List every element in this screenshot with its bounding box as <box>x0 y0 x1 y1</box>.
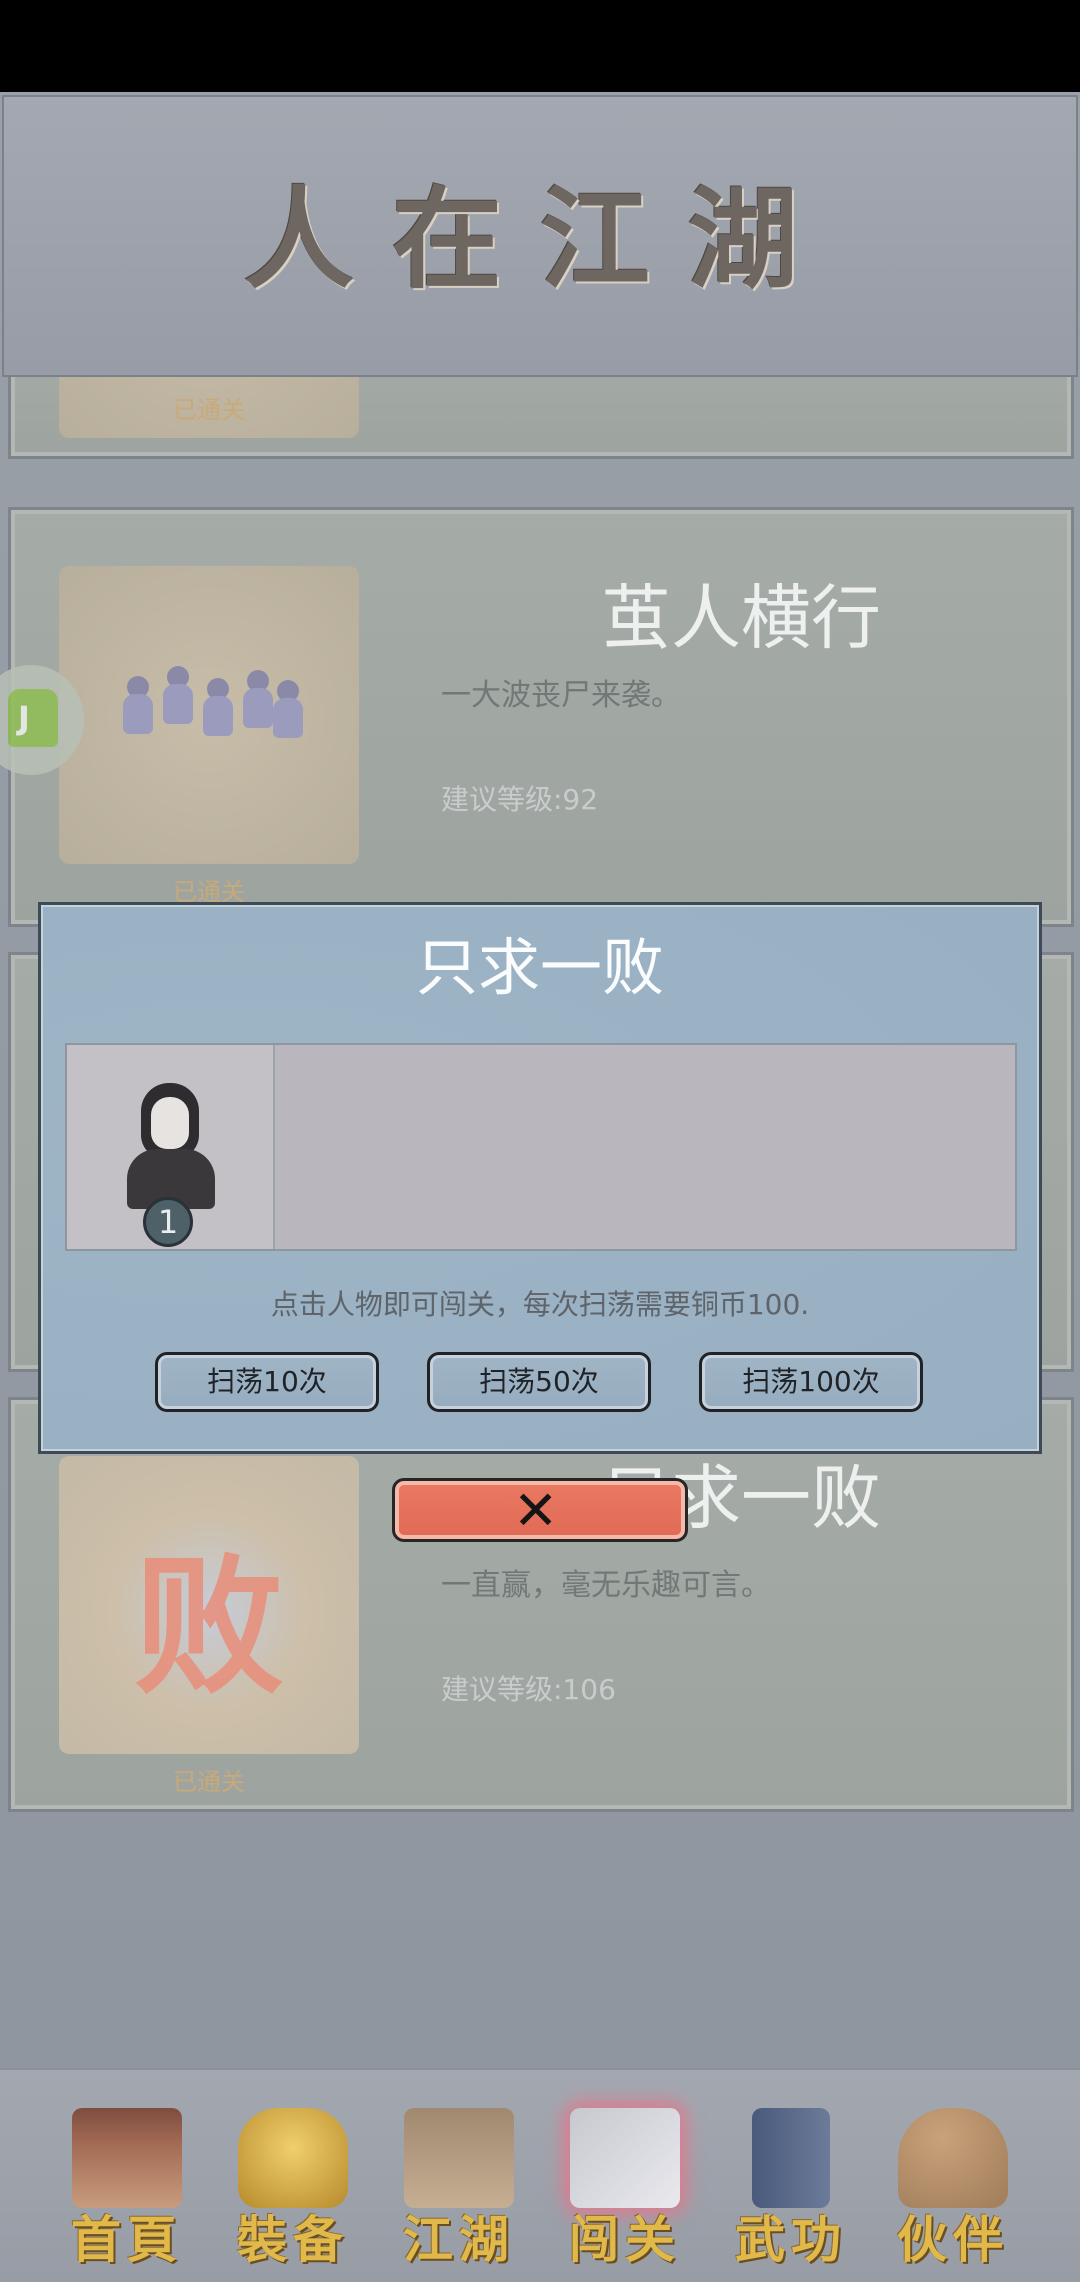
tab-martial-arts[interactable]: 武功 <box>716 2100 866 2269</box>
recommended-level: 建议等级:106 <box>441 1673 616 1706</box>
bottom-tab-bar: 首頁 裝备 江湖 闯关 武功 伙伴 <box>0 2068 1080 2282</box>
tab-label: 伙伴 <box>897 2210 1009 2269</box>
party-panel: 1 <box>65 1043 1017 1251</box>
level-card[interactable]: 已通关 <box>8 377 1074 459</box>
defeat-glyph: 败 <box>133 1539 284 1715</box>
close-icon: ✕ <box>513 1479 559 1542</box>
level-description: 一直赢，毫无乐趣可言。 <box>441 1568 771 1603</box>
sweep-100-button[interactable]: 扫荡100次 <box>699 1352 923 1412</box>
passed-label: 已通关 <box>173 1768 245 1796</box>
tab-label: 首頁 <box>71 2210 183 2269</box>
debug-label: J <box>18 699 30 737</box>
tab-label: 武功 <box>735 2210 847 2269</box>
book-icon <box>752 2108 830 2208</box>
sweep-dialog: 只求一败 1 点击人物即可闯关，每次扫荡需要铜币100. 扫荡10次 扫荡50次… <box>38 902 1042 1454</box>
tab-home[interactable]: 首頁 <box>52 2100 202 2269</box>
hero-slot[interactable]: 1 <box>67 1045 275 1249</box>
partners-icon <box>898 2108 1008 2208</box>
sweep-50-button[interactable]: 扫荡50次 <box>427 1352 651 1412</box>
home-icon <box>72 2108 182 2208</box>
close-dialog-button[interactable]: ✕ <box>392 1478 688 1542</box>
zombie-figure <box>119 676 155 736</box>
zombie-figure <box>159 666 195 726</box>
level-card[interactable]: 茧人横行 一大波丧尸来袭。 建议等级:92 已通关 <box>8 507 1074 927</box>
level-card[interactable]: 败 只求一败 一直赢，毫无乐趣可言。 建议等级:106 已通关 <box>8 1397 1074 1812</box>
tab-challenge[interactable]: 闯关 <box>550 2100 700 2269</box>
dialog-title: 只求一败 <box>415 931 664 1004</box>
app-title: 人在江湖 <box>244 175 836 304</box>
tab-jianghu[interactable]: 江湖 <box>384 2100 534 2269</box>
map-scroll-icon <box>404 2108 514 2208</box>
android-robot-icon <box>8 689 58 747</box>
armor-icon <box>238 2108 348 2208</box>
tab-label: 裝备 <box>237 2210 349 2269</box>
level-thumbnail <box>59 566 359 864</box>
hero-count-badge: 1 <box>143 1197 193 1247</box>
tab-label: 江湖 <box>403 2210 515 2269</box>
status-bar <box>0 0 1080 92</box>
crossed-swords-icon <box>570 2108 680 2208</box>
level-thumbnail: 败 <box>59 1456 359 1754</box>
passed-label: 已通关 <box>173 396 245 424</box>
recommended-level: 建议等级:92 <box>441 783 599 816</box>
sweep-10-button[interactable]: 扫荡10次 <box>155 1352 379 1412</box>
dialog-tip: 点击人物即可闯关，每次扫荡需要铜币100. <box>270 1288 810 1321</box>
tab-label: 闯关 <box>569 2210 681 2269</box>
hero-portrait <box>151 1097 189 1149</box>
zombie-figure <box>269 680 305 740</box>
tab-equipment[interactable]: 裝备 <box>218 2100 368 2269</box>
tab-partners[interactable]: 伙伴 <box>878 2100 1028 2269</box>
zombie-figure <box>199 678 235 738</box>
level-name: 茧人横行 <box>601 577 881 659</box>
level-description: 一大波丧尸来袭。 <box>441 678 681 713</box>
